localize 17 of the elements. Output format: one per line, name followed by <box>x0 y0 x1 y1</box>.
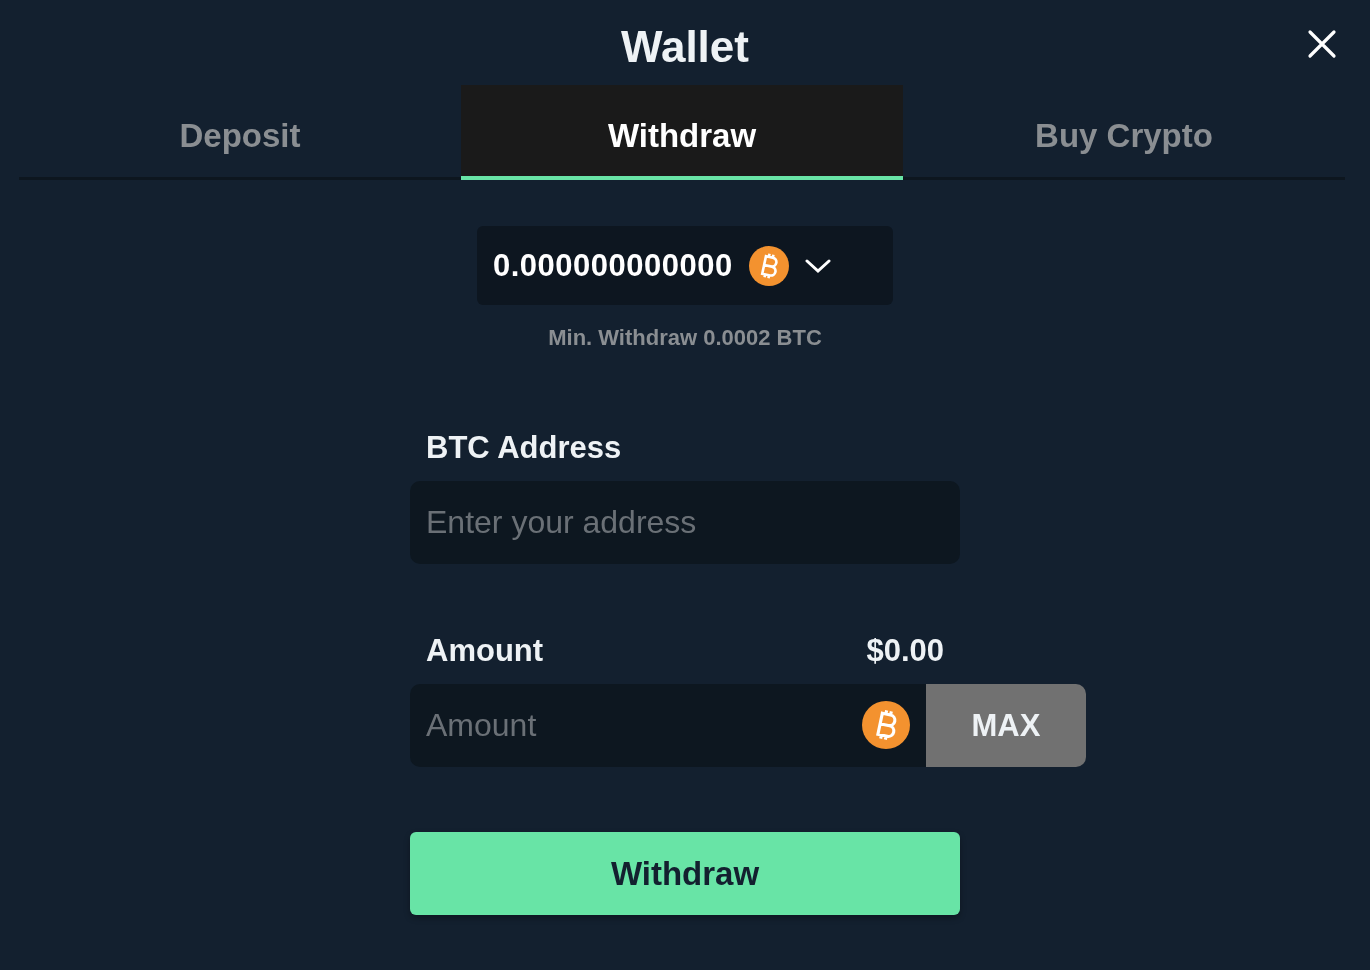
amount-input[interactable]: Amount <box>410 684 926 767</box>
min-withdraw-note: Min. Withdraw 0.0002 BTC <box>548 325 822 351</box>
withdraw-button[interactable]: Withdraw <box>410 832 960 915</box>
field-label: Amount <box>426 633 544 669</box>
field-label: BTC Address <box>426 430 622 466</box>
max-button[interactable]: MAX <box>926 684 1086 767</box>
currency-dropdown[interactable]: 0.000000000000 <box>477 226 893 305</box>
close-icon[interactable] <box>1307 29 1337 59</box>
bitcoin-icon <box>862 701 910 749</box>
tab[interactable]: Deposit <box>19 85 461 180</box>
tab[interactable]: Buy Crypto <box>903 85 1345 180</box>
chevron-down-icon <box>804 257 831 274</box>
tab[interactable]: Withdraw <box>461 85 903 180</box>
usd-value: $0.00 <box>866 633 944 669</box>
address-input[interactable]: Enter your address <box>410 481 960 564</box>
bitcoin-icon <box>748 245 789 286</box>
modal-title: Wallet <box>621 20 749 72</box>
